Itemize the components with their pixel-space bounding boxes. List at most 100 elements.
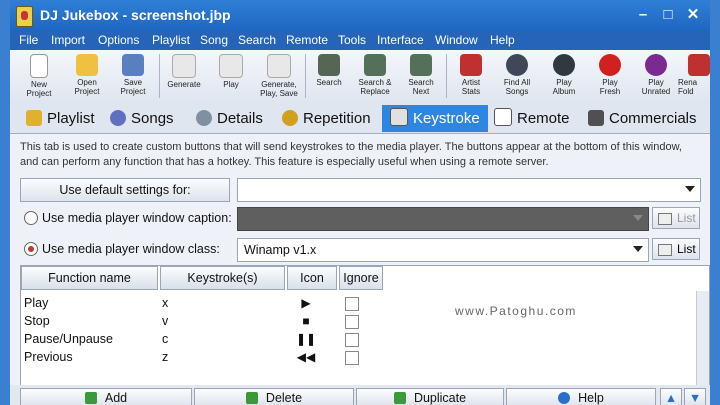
ignore-checkbox[interactable] [345,315,359,329]
menu-import[interactable]: Import [51,33,85,47]
table-row[interactable]: Stop v ■ [21,312,383,330]
menu-remote[interactable]: Remote [286,33,328,47]
table-row[interactable]: Pause/Unpause c ❚❚ [21,330,383,348]
jukebox-app-icon [16,6,33,27]
menu-playlist[interactable]: Playlist [152,33,190,47]
play-icon: ▶ [301,296,311,310]
list-icon [658,244,672,256]
class-list-button[interactable]: List [652,238,700,260]
play-album-icon [553,54,575,76]
play-fresh-button[interactable]: Play Fresh [587,52,633,102]
maximize-button[interactable]: □ [657,6,679,24]
open-project-button[interactable]: Open Project [64,52,110,102]
default-settings-dropdown[interactable] [237,178,701,202]
search-next-button[interactable]: Search Next [398,52,444,102]
playlist-icon [26,110,42,126]
move-down-icon[interactable]: ▼ [684,388,706,405]
generate-play-save-button[interactable]: Generate, Play, Save [256,52,302,102]
duplicate-icon [393,392,406,404]
menu-file[interactable]: File [19,33,38,47]
window-title: DJ Jukebox - screenshot.jbp [40,7,231,23]
caption-list-button[interactable]: List [652,207,700,229]
column-header-icon[interactable]: Icon [287,266,337,290]
delete-button[interactable]: Delete [194,388,354,405]
previous-icon: ◀◀ [296,350,316,364]
close-button[interactable]: ✕ [682,6,704,24]
help-button[interactable]: Help [506,388,656,405]
menu-tools[interactable]: Tools [338,33,366,47]
songs-icon [110,110,126,126]
app-window: DJ Jukebox - screenshot.jbp – □ ✕ File I… [10,0,710,405]
watermark-text: www.Patoghu.com [455,304,577,318]
menu-options[interactable]: Options [98,33,139,47]
help-icon [558,392,571,404]
duplicate-button[interactable]: Duplicate [356,388,504,405]
move-up-icon[interactable]: ▲ [660,388,682,405]
minimize-button[interactable]: – [632,6,654,24]
save-project-button[interactable]: Save Project [110,52,156,102]
open-project-icon [76,54,98,76]
details-gear-icon [196,110,212,126]
play-unrated-button[interactable]: Play Unrated [633,52,679,102]
commercials-icon [588,110,604,126]
generate-icon [172,54,196,78]
search-replace-button[interactable]: Search & Replace [352,52,398,102]
rename-folder-button[interactable]: Rena Fold [678,52,710,102]
table-scrollbar[interactable] [696,291,709,386]
search-replace-icon [364,54,386,76]
search-next-icon [410,54,432,76]
menu-help[interactable]: Help [490,33,515,47]
find-songs-icon [506,54,528,76]
window-class-dropdown[interactable]: Winamp v1.x [237,238,649,262]
tab-keystroke[interactable]: Keystroke [382,105,488,132]
pause-icon: ❚❚ [295,332,317,346]
delete-icon [245,392,258,404]
caption-option-label: Use media player window caption: [42,211,232,225]
tab-playlist[interactable]: Playlist [16,105,114,132]
apple-icon [599,54,621,76]
ignore-checkbox[interactable] [345,351,359,365]
column-header-ignore[interactable]: Ignore [339,266,383,290]
play-button[interactable]: Play [208,52,254,102]
toolbar: New Project Open Project Save Project Gener… [10,50,710,104]
tab-repetition[interactable]: Repetition [278,105,386,132]
chevron-down-icon [633,215,643,221]
caption-radio[interactable] [24,211,38,225]
artist-stats-button[interactable]: Artist Stats [448,52,494,102]
generate-play-save-icon [267,54,291,78]
search-button[interactable]: Search [306,52,352,102]
tab-details[interactable]: Details [192,105,282,132]
menu-search[interactable]: Search [238,33,276,47]
tab-bar: Playlist Songs Details Repetition Keystr… [10,103,710,134]
play-album-button[interactable]: Play Album [541,52,587,102]
ignore-checkbox[interactable] [345,297,359,311]
class-radio[interactable] [24,242,38,256]
add-icon [84,392,97,404]
repetition-icon [282,110,298,126]
table-row[interactable]: Play x ▶ [21,294,383,312]
generate-button[interactable]: Generate [161,52,207,102]
find-all-songs-button[interactable]: Find All Songs [494,52,540,102]
new-project-button[interactable]: New Project [16,52,62,102]
table-row[interactable]: Previous z ◀◀ [21,348,383,366]
column-header-keystroke[interactable]: Keystroke(s) [160,266,285,290]
new-project-icon [30,54,48,78]
chevron-down-icon [685,186,695,192]
play-icon [219,54,243,78]
ignore-checkbox[interactable] [345,333,359,347]
column-header-function[interactable]: Function name [21,266,158,290]
play-unrated-icon [645,54,667,76]
tab-songs[interactable]: Songs [106,105,196,132]
menu-window[interactable]: Window [435,33,478,47]
tab-remote[interactable]: Remote [490,105,586,132]
window-caption-dropdown[interactable] [237,207,649,231]
title-bar: DJ Jukebox - screenshot.jbp – □ ✕ [10,0,710,31]
tab-commercials[interactable]: Commercials [586,105,708,132]
menu-song[interactable]: Song [200,33,228,47]
use-default-settings-button[interactable]: Use default settings for: [20,178,230,202]
menu-interface[interactable]: Interface [377,33,424,47]
save-project-icon [122,54,144,76]
add-button[interactable]: Add [20,388,192,405]
remote-icon [494,108,512,126]
artist-stats-icon [460,54,482,76]
